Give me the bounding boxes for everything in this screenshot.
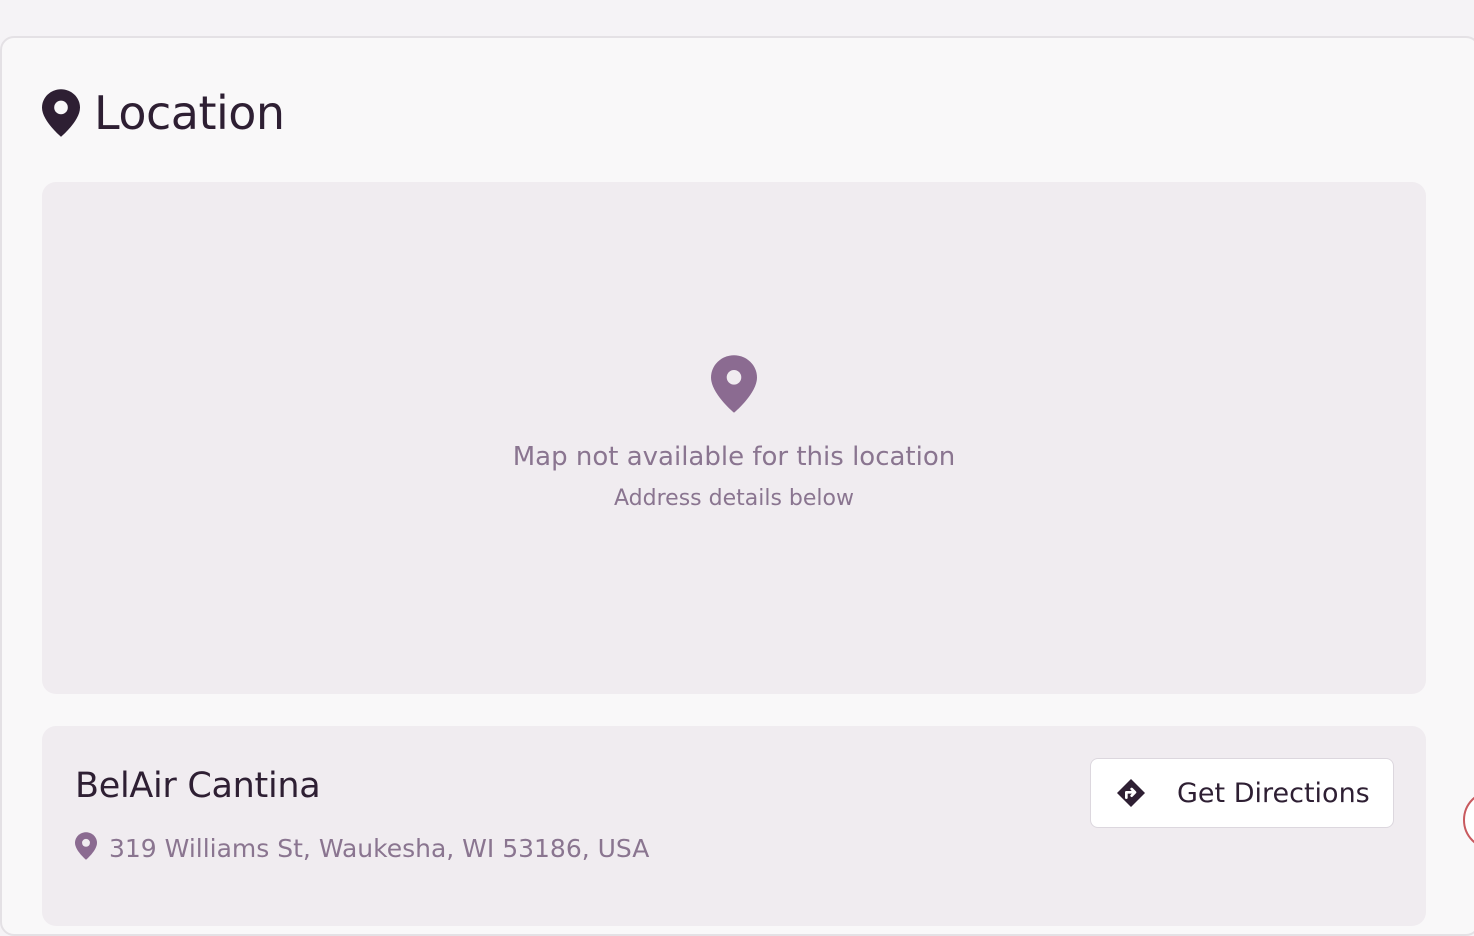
map-unavailable-message: Map not available for this location — [512, 442, 956, 472]
map-sub-message: Address details below — [614, 486, 854, 511]
location-card: Location Map not available for this loca… — [0, 36, 1474, 936]
get-directions-label: Get Directions — [1177, 777, 1370, 809]
directions-icon — [1115, 777, 1147, 809]
address-text: 319 Williams St, Waukesha, WI 53186, USA — [109, 833, 650, 863]
location-heading: Location — [42, 86, 285, 140]
venue-name: BelAir Cantina — [75, 766, 321, 806]
map-pin-icon — [42, 89, 80, 137]
map-empty-state: Map not available for this location Addr… — [42, 354, 1426, 511]
map-placeholder: Map not available for this location Addr… — [42, 182, 1426, 694]
venue-address: 319 Williams St, Waukesha, WI 53186, USA — [75, 832, 649, 864]
map-pin-icon — [42, 354, 1426, 418]
venue-info-panel: BelAir Cantina 319 Williams St, Waukesha… — [42, 726, 1426, 926]
page-title: Location — [94, 86, 285, 140]
get-directions-button[interactable]: Get Directions — [1090, 758, 1394, 828]
map-pin-icon — [75, 832, 97, 864]
